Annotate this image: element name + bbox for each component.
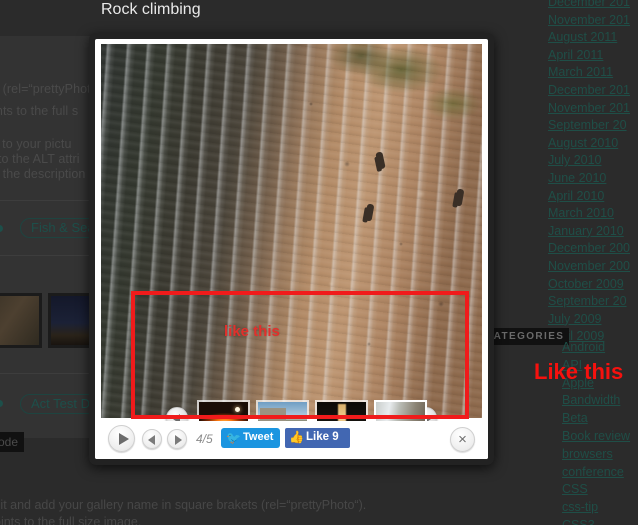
gallery-thumb-1-image xyxy=(0,296,39,345)
gallery-thumb-1[interactable] xyxy=(0,293,42,348)
archive-link[interactable]: January 2010 xyxy=(548,223,630,241)
screenshot-root: Rock climbing o it (rel=“prettyPhoto”) o… xyxy=(0,0,638,525)
tweet-button-label: Tweet xyxy=(243,431,274,443)
category-link[interactable]: conference xyxy=(562,464,630,482)
lightbox-dialog: 4/5 🐦 Tweet 👍 Like 9 × xyxy=(89,33,494,465)
category-link[interactable]: browsers xyxy=(562,446,630,464)
category-link[interactable]: CSS xyxy=(562,481,630,499)
twitter-bird-icon: 🐦 xyxy=(226,431,241,445)
thumbs-up-icon: 👍 xyxy=(289,430,304,444)
archive-link[interactable]: December 201 xyxy=(548,82,630,100)
annotation-overlay-label: like this xyxy=(224,323,280,340)
archive-link[interactable]: July 2010 xyxy=(548,152,630,170)
previous-image-icon[interactable] xyxy=(142,429,162,449)
close-icon[interactable]: × xyxy=(450,427,475,452)
paragraph-line-3: tion to your pictu xyxy=(0,137,72,151)
archive-link[interactable]: November 201 xyxy=(548,100,630,118)
next-image-icon[interactable] xyxy=(167,429,187,449)
category-link[interactable]: css-tip xyxy=(562,499,630,517)
lightbox-image-stage[interactable] xyxy=(101,44,482,418)
page-title: Rock climbing xyxy=(101,1,201,18)
archive-link[interactable]: March 2011 xyxy=(548,64,630,82)
tweet-button[interactable]: 🐦 Tweet xyxy=(221,428,281,448)
lightbox-inner: 4/5 🐦 Tweet 👍 Like 9 × xyxy=(95,39,488,459)
archive-link[interactable]: August 2010 xyxy=(548,135,630,153)
shortcode-chip: ode xyxy=(0,432,25,452)
category-link[interactable]: Bandwidth xyxy=(562,392,630,410)
archive-link[interactable]: September 20 xyxy=(548,117,630,135)
paragraph-line-4: into the ALT attri xyxy=(0,152,80,166)
archive-link[interactable]: July 2009 xyxy=(548,311,630,329)
archive-link[interactable]: April 2011 xyxy=(548,47,630,65)
archive-link[interactable]: September 20 xyxy=(548,293,630,311)
category-link[interactable]: Beta xyxy=(562,410,630,428)
archive-link[interactable]: October 2009 xyxy=(548,276,630,294)
lightbox-toolbar: 4/5 🐦 Tweet 👍 Like 9 × xyxy=(95,421,488,459)
footer-line-1: o it and add your gallery name in square… xyxy=(0,498,367,512)
lightbox-photo xyxy=(101,44,482,418)
category-link[interactable]: Book review xyxy=(562,428,630,446)
archive-list: December 201 November 201 August 2011 April… xyxy=(548,0,630,346)
play-slideshow-icon[interactable] xyxy=(108,425,135,452)
category-link[interactable]: Android xyxy=(562,339,630,357)
archive-link[interactable]: June 2010 xyxy=(548,170,630,188)
paragraph-line-5: d the description xyxy=(0,167,86,181)
archive-link[interactable]: November 201 xyxy=(548,12,630,30)
archive-link[interactable]: November 200 xyxy=(548,258,630,276)
footer-line-2: oints to the full size image. xyxy=(0,515,142,525)
category-link[interactable]: CSS3 xyxy=(562,517,630,525)
image-counter: 4/5 xyxy=(196,432,213,446)
archive-link[interactable]: August 2011 xyxy=(548,29,630,47)
annotation-callout-label: Like this xyxy=(534,359,624,384)
archive-link[interactable]: March 2010 xyxy=(548,205,630,223)
facebook-like-button[interactable]: 👍 Like 9 xyxy=(285,428,350,448)
archive-link[interactable]: December 200 xyxy=(548,240,630,258)
facebook-like-label: Like 9 xyxy=(306,431,339,443)
archive-link[interactable]: April 2010 xyxy=(548,188,630,206)
paragraph-line-2: oints to the full s xyxy=(0,104,79,118)
right-sidebar: December 201 November 201 August 2011 April… xyxy=(480,0,638,525)
archive-link[interactable]: December 201 xyxy=(548,0,630,12)
